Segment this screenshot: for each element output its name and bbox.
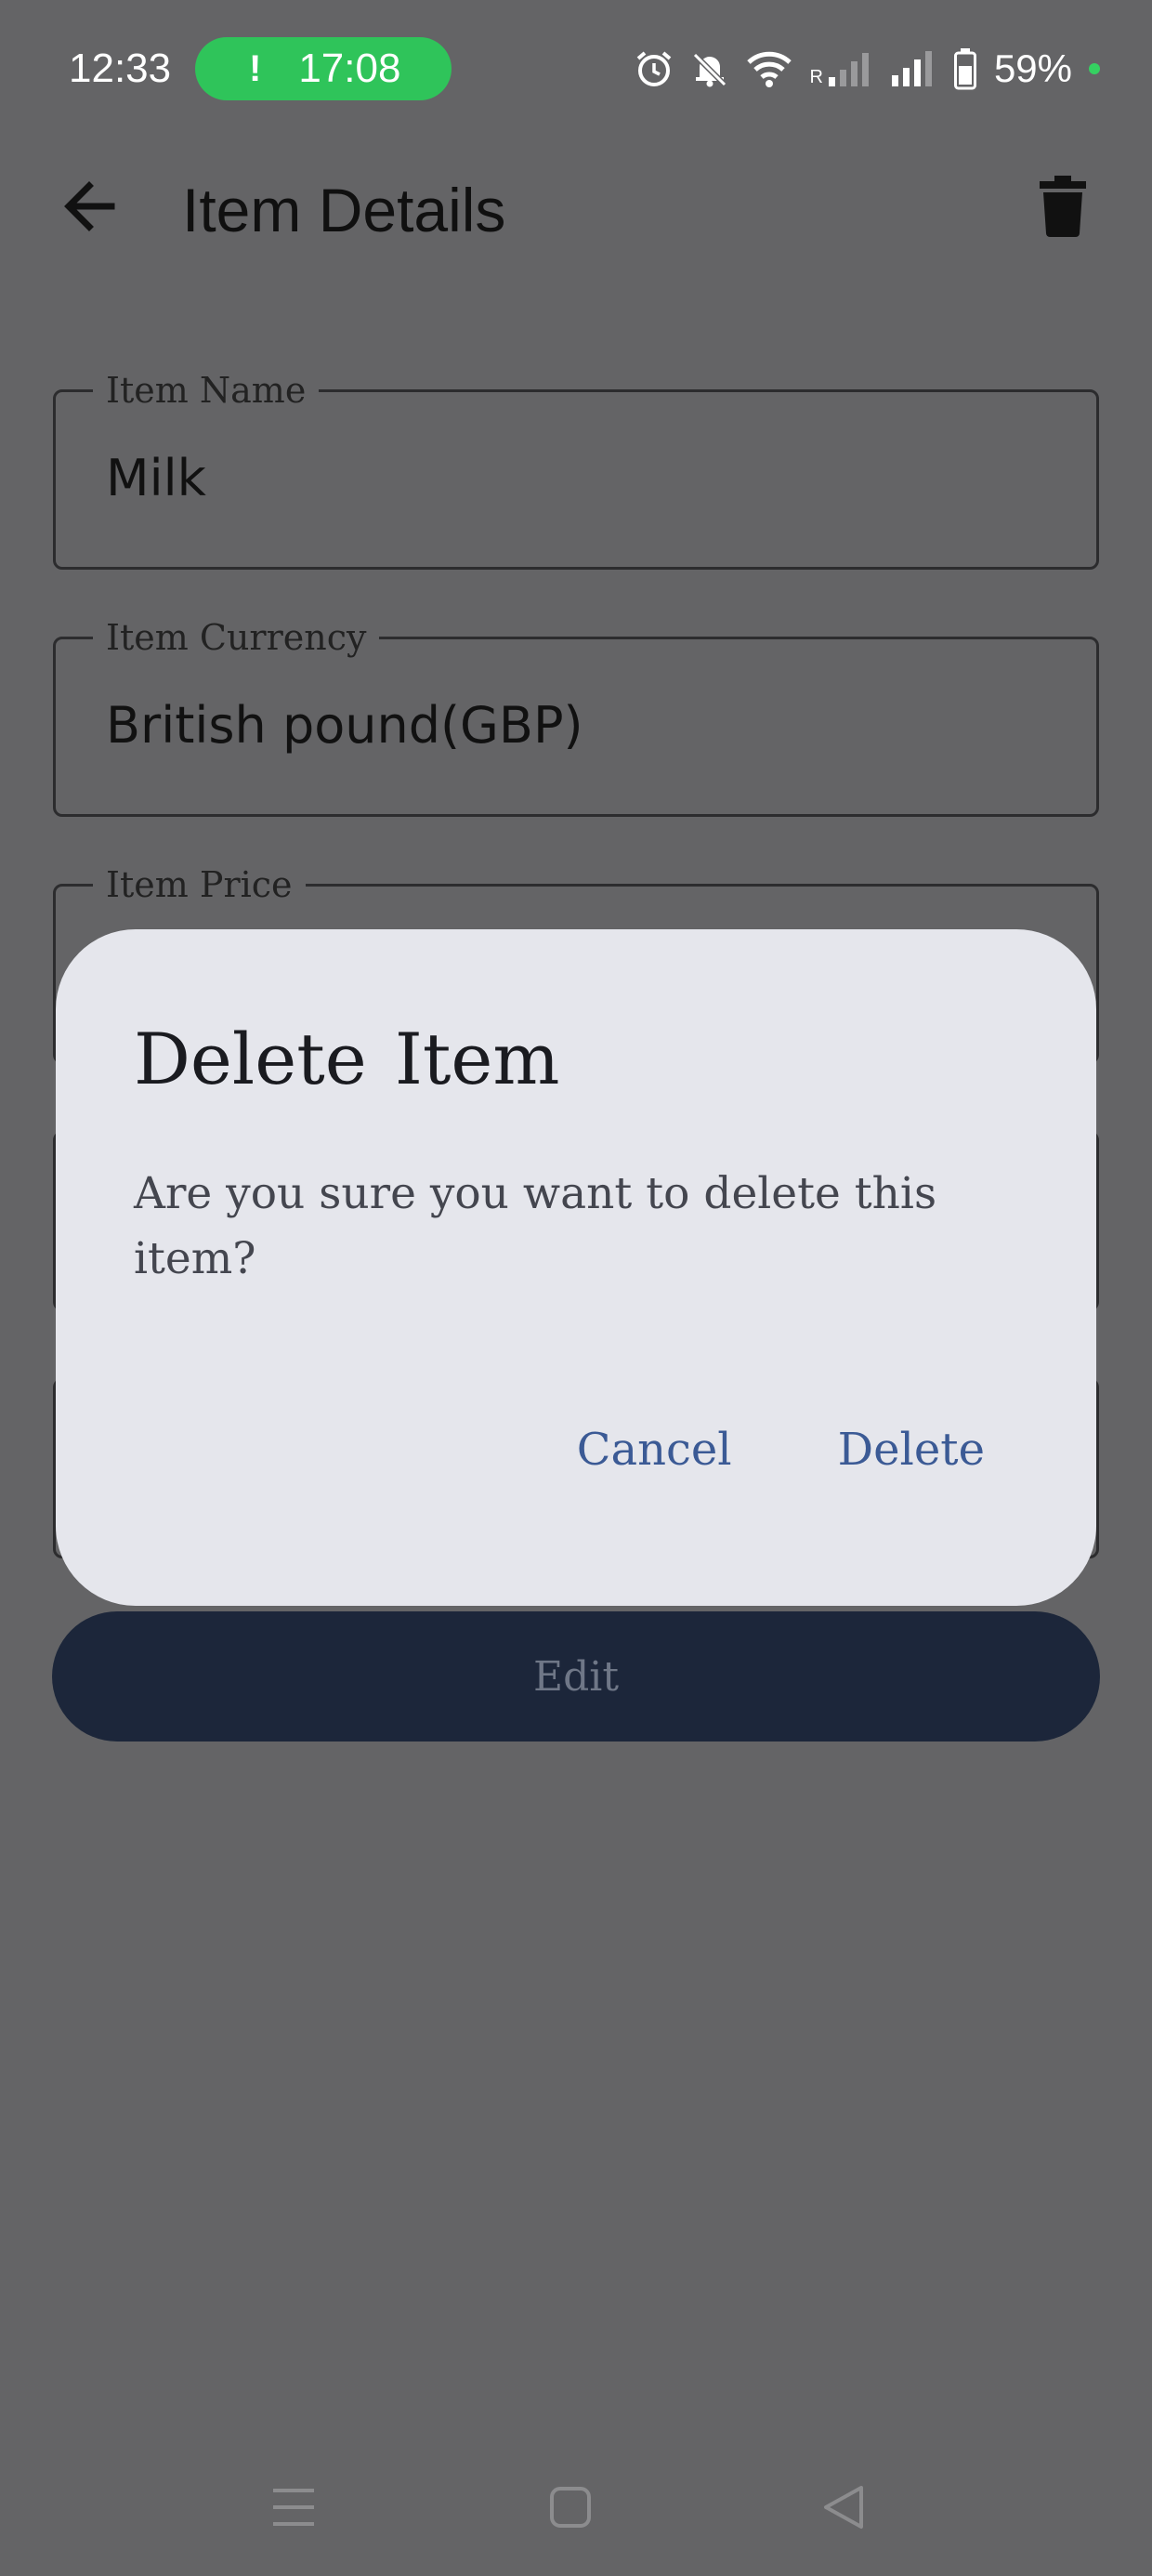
call-duration: 17:08 bbox=[298, 46, 401, 91]
item-currency-field[interactable]: Item Currency British pound(GBP) bbox=[53, 615, 1099, 817]
recent-apps-button[interactable] bbox=[266, 2481, 321, 2537]
item-name-label: Item Name bbox=[93, 368, 320, 413]
item-name-value: Milk bbox=[106, 449, 206, 507]
status-bar: 12:33 ! 17:08 R 59% bbox=[0, 0, 1152, 139]
status-time: 12:33 bbox=[69, 46, 172, 91]
dialog-title: Delete Item bbox=[134, 1018, 560, 1100]
privacy-indicator-dot bbox=[1089, 63, 1100, 74]
item-currency-label: Item Currency bbox=[93, 615, 380, 660]
delete-confirm-dialog: Delete Item Are you sure you want to del… bbox=[56, 929, 1096, 1606]
delete-item-button[interactable] bbox=[1026, 171, 1100, 245]
trash-icon bbox=[1040, 175, 1086, 242]
confirm-delete-button[interactable]: Delete bbox=[838, 1424, 985, 1476]
alarm-icon bbox=[635, 49, 674, 88]
back-nav-button[interactable] bbox=[816, 2481, 871, 2537]
home-square-icon bbox=[549, 2486, 592, 2533]
edit-button[interactable]: Edit bbox=[52, 1611, 1100, 1741]
app-bar: Item Details bbox=[0, 139, 1152, 275]
roaming-label: R bbox=[809, 67, 823, 87]
signal-roaming-icon: R bbox=[809, 49, 872, 88]
arrow-left-icon bbox=[61, 178, 117, 239]
back-button[interactable] bbox=[52, 171, 126, 245]
battery-percent: 59% bbox=[993, 46, 1072, 90]
signal-icon bbox=[890, 49, 936, 88]
back-triangle-icon bbox=[822, 2484, 865, 2535]
status-icons: R 59% bbox=[635, 41, 1100, 97]
bell-off-icon bbox=[690, 49, 729, 88]
item-name-field[interactable]: Item Name Milk bbox=[53, 368, 1099, 570]
page-title: Item Details bbox=[182, 176, 506, 244]
item-currency-value: British pound(GBP) bbox=[106, 696, 583, 755]
menu-icon bbox=[271, 2487, 316, 2532]
battery-icon bbox=[953, 47, 977, 90]
call-alert-icon: ! bbox=[249, 47, 262, 89]
cancel-button[interactable]: Cancel bbox=[577, 1424, 732, 1476]
ongoing-call-pill[interactable]: ! 17:08 bbox=[195, 37, 452, 100]
wifi-icon bbox=[746, 49, 792, 88]
home-button[interactable] bbox=[543, 2481, 598, 2537]
dialog-message: Are you sure you want to delete this ite… bbox=[134, 1168, 937, 1284]
system-nav-bar bbox=[0, 2453, 1152, 2556]
dialog-actions: Cancel Delete bbox=[577, 1413, 985, 1487]
item-price-label: Item Price bbox=[93, 862, 306, 907]
